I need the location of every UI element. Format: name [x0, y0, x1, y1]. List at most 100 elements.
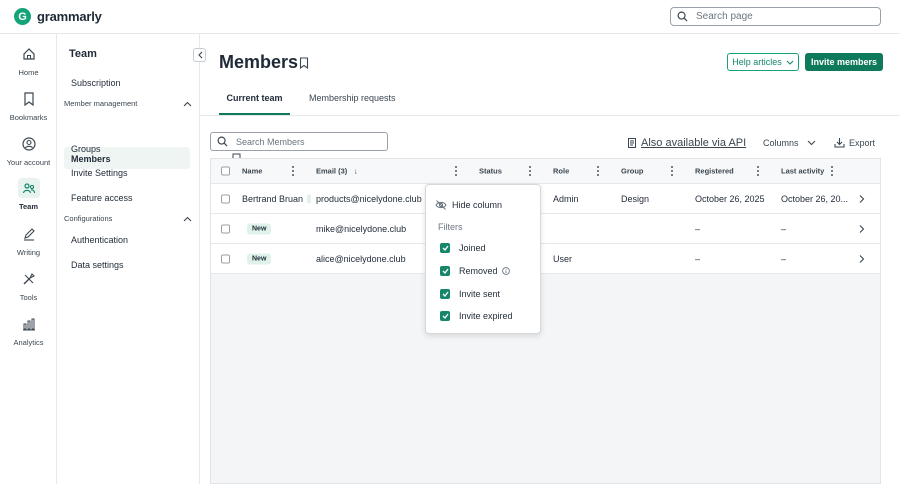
nav-invite-settings[interactable]: Invite Settings: [71, 168, 128, 178]
columns-dropdown[interactable]: Columns: [763, 138, 816, 148]
nav-groups[interactable]: Groups: [71, 144, 101, 154]
filter-joined[interactable]: Joined: [440, 243, 486, 253]
column-menu-role[interactable]: [597, 166, 600, 176]
rail-item-analytics[interactable]: Analytics: [0, 314, 57, 347]
document-icon: [628, 138, 636, 148]
chevron-right-icon[interactable]: [859, 254, 865, 263]
rail-item-home[interactable]: Home: [0, 44, 57, 77]
collapse-sidebar-button[interactable]: [193, 48, 206, 62]
column-menu-name[interactable]: [292, 166, 295, 176]
chevron-right-icon[interactable]: [859, 224, 865, 233]
column-header-last-activity[interactable]: Last activity: [781, 167, 824, 176]
team-icon: [22, 183, 35, 194]
export-label: Export: [849, 137, 876, 148]
checkbox-checked-icon[interactable]: [440, 243, 450, 253]
column-menu-email[interactable]: [455, 166, 458, 176]
nav-subscription[interactable]: Subscription: [71, 78, 121, 88]
chevron-left-icon: [197, 51, 202, 59]
member-registered: –: [695, 223, 701, 234]
filter-invite-expired-label: Invite expired: [459, 311, 513, 321]
filter-removed[interactable]: Removed: [440, 266, 510, 276]
top-bar: G grammarly Search page: [0, 0, 900, 34]
search-icon: [217, 136, 228, 147]
rail-item-bookmarks[interactable]: Bookmarks: [0, 89, 57, 122]
filter-joined-label: Joined: [459, 243, 486, 253]
sort-arrow-icon[interactable]: ↓: [354, 167, 358, 176]
rail-item-your-account[interactable]: Your account: [0, 134, 57, 167]
api-link[interactable]: Also available via API: [628, 137, 746, 149]
checkbox-checked-icon[interactable]: [440, 311, 450, 321]
table-row[interactable]: New alice@nicelydone.club User – –: [211, 244, 880, 274]
bookmark-icon: [23, 92, 34, 106]
column-header-name[interactable]: Name: [242, 167, 262, 176]
rail-label-team: Team: [18, 202, 39, 211]
column-menu-status[interactable]: [529, 166, 532, 176]
api-link-label: Also available via API: [641, 137, 747, 149]
filter-removed-label: Removed: [459, 266, 498, 276]
eye-off-icon: [435, 200, 447, 210]
members-table: Name Email (3) ↓ Status Role Group Regis…: [210, 158, 881, 484]
grammarly-logo[interactable]: G grammarly: [14, 8, 102, 25]
subnav-title: Team: [69, 48, 97, 60]
select-all-checkbox[interactable]: [221, 166, 230, 176]
icon-rail: Home Bookmarks Your account Team Writing…: [0, 34, 57, 484]
column-header-status[interactable]: Status: [479, 167, 502, 176]
member-role: User: [553, 253, 573, 264]
logo-mark-icon: G: [14, 8, 31, 25]
table-row[interactable]: Bertrand Bruan products@nicelydone.club …: [211, 184, 880, 214]
user-circle-icon: [21, 137, 36, 151]
nav-members[interactable]: Members: [71, 154, 111, 164]
column-header-registered[interactable]: Registered: [695, 167, 734, 176]
column-header-group[interactable]: Group: [621, 167, 644, 176]
nav-group-configurations[interactable]: Configurations: [64, 214, 192, 223]
member-name: Bertrand Bruan: [242, 193, 304, 204]
nav-authentication[interactable]: Authentication: [71, 235, 128, 245]
invite-members-button[interactable]: Invite members: [805, 53, 883, 71]
search-page-input[interactable]: Search page: [670, 7, 881, 26]
tabs-divider: [200, 115, 900, 116]
member-email: alice@nicelydone.club: [316, 253, 406, 264]
member-last-activity: –: [781, 253, 787, 264]
member-registered: October 26, 2025: [695, 193, 765, 204]
member-registered: –: [695, 253, 701, 264]
member-group: Design: [621, 193, 650, 204]
search-members-input[interactable]: Search Members: [210, 132, 388, 151]
rail-item-tools[interactable]: Tools: [0, 269, 57, 302]
hide-column-option[interactable]: Hide column: [435, 200, 502, 210]
chevron-down-icon: [807, 140, 815, 146]
column-menu-registered[interactable]: [757, 166, 760, 176]
search-icon: [677, 11, 688, 22]
table-row[interactable]: New mike@nicelydone.club – –: [211, 214, 880, 244]
info-icon[interactable]: [501, 267, 510, 275]
rail-item-team[interactable]: Team: [0, 178, 57, 211]
column-header-role[interactable]: Role: [553, 167, 569, 176]
tab-current-team[interactable]: Current team: [219, 93, 290, 115]
search-members-placeholder: Search Members: [236, 136, 305, 147]
nav-feature-access[interactable]: Feature access: [71, 193, 133, 203]
download-icon: [834, 138, 845, 148]
row-checkbox[interactable]: [221, 194, 230, 203]
rail-label-home: Home: [18, 68, 39, 77]
column-menu-last-activity[interactable]: [831, 166, 834, 176]
row-checkbox[interactable]: [221, 254, 230, 263]
rail-label-bookmarks: Bookmarks: [9, 113, 48, 122]
member-role: Admin: [553, 193, 579, 204]
team-subnav: Team Subscription Member management Memb…: [57, 34, 241, 484]
nav-group-member-management[interactable]: Member management: [64, 99, 192, 108]
rail-item-writing[interactable]: Writing: [0, 224, 57, 257]
filter-invite-sent-label: Invite sent: [459, 289, 501, 299]
column-menu-group[interactable]: [671, 166, 674, 176]
filter-invite-expired[interactable]: Invite expired: [440, 311, 513, 321]
filter-invite-sent[interactable]: Invite sent: [440, 289, 500, 299]
export-button[interactable]: Export: [834, 137, 875, 148]
new-badge: New: [247, 253, 272, 264]
chevron-right-icon[interactable]: [859, 194, 865, 203]
row-checkbox[interactable]: [221, 224, 230, 233]
tab-membership-requests[interactable]: Membership requests: [309, 93, 396, 115]
checkbox-checked-icon[interactable]: [440, 266, 450, 276]
nav-data-settings[interactable]: Data settings: [71, 260, 124, 270]
column-header-email[interactable]: Email (3): [316, 167, 347, 176]
help-articles-button[interactable]: Help articles: [727, 53, 799, 71]
bookmark-icon[interactable]: [299, 57, 309, 69]
checkbox-checked-icon[interactable]: [440, 289, 450, 299]
